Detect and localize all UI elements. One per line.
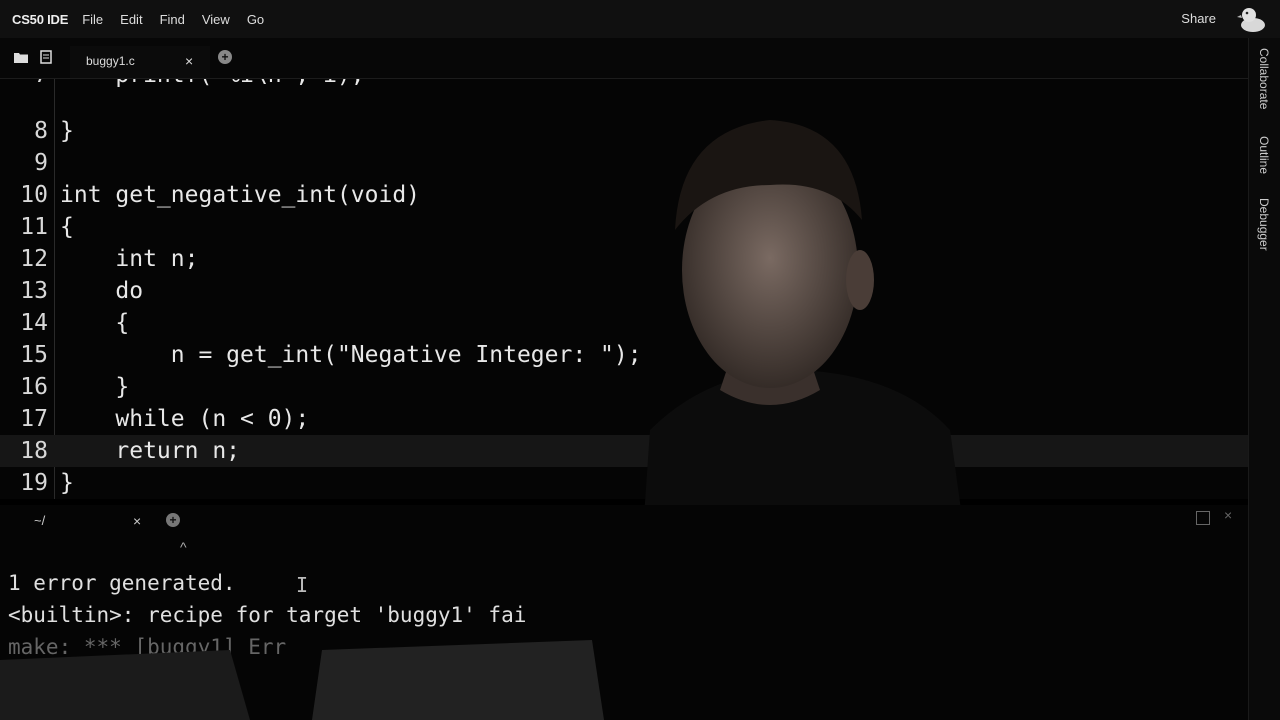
code-text[interactable]: { <box>60 211 74 243</box>
line-number: 7 <box>0 79 48 91</box>
new-tab-icon[interactable]: + <box>218 50 232 64</box>
line-number: 17 <box>20 406 48 432</box>
line-number: 18 <box>20 438 48 464</box>
duck-avatar-icon[interactable] <box>1236 4 1268 34</box>
code-text[interactable]: return n; <box>60 435 240 467</box>
code-text[interactable]: do <box>60 275 143 307</box>
text-cursor-icon: I <box>296 573 309 597</box>
line-number: 16 <box>20 374 48 400</box>
code-text[interactable]: } <box>60 371 129 403</box>
terminal-line: 1 error generated. <box>8 571 236 595</box>
code-text[interactable]: { <box>60 307 129 339</box>
line-number: 11 <box>20 214 48 240</box>
line-number: 8 <box>34 118 48 144</box>
line-number: 10 <box>20 182 48 208</box>
laptop-right <box>312 640 604 720</box>
terminal-tab-label[interactable]: ~/ <box>34 513 45 528</box>
new-terminal-icon[interactable]: + <box>166 513 180 527</box>
code-text[interactable]: int n; <box>60 243 198 275</box>
maximize-icon[interactable] <box>1196 511 1210 525</box>
code-text[interactable]: int get_negative_int(void) <box>60 179 420 211</box>
side-panel: Collaborate Outline Debugger <box>1248 38 1280 720</box>
panel-close-icon[interactable]: × <box>1224 507 1232 523</box>
line-number: 14 <box>20 310 48 336</box>
code-text[interactable]: } <box>60 115 74 147</box>
share-button[interactable]: Share <box>1181 11 1216 26</box>
tab-close-icon[interactable]: × <box>185 53 193 69</box>
line-number: 12 <box>20 246 48 272</box>
code-text[interactable]: n = get_int("Negative Integer: "); <box>60 339 642 371</box>
code-text[interactable]: printf("%i\n", i); <box>60 79 364 91</box>
scroll-up-icon[interactable]: ^ <box>180 539 187 555</box>
line-number: 9 <box>34 150 48 176</box>
folder-icon[interactable] <box>14 52 28 63</box>
panel-collaborate[interactable]: Collaborate <box>1257 48 1271 109</box>
menu-edit[interactable]: Edit <box>120 12 142 27</box>
code-text[interactable]: } <box>60 467 74 499</box>
editor-tab-bar: buggy1.c × + <box>0 38 1248 79</box>
menu-go[interactable]: Go <box>247 12 264 27</box>
panel-debugger[interactable]: Debugger <box>1257 198 1271 251</box>
line-number: 13 <box>20 278 48 304</box>
laptop-left <box>0 650 250 720</box>
line-number: 19 <box>20 470 48 496</box>
panel-outline[interactable]: Outline <box>1257 136 1271 174</box>
menu-bar: CS50 IDE File Edit Find View Go Share <box>0 0 1280 38</box>
tab-buggy1[interactable]: buggy1.c × <box>70 46 210 78</box>
menu-file[interactable]: File <box>82 12 103 27</box>
code-text[interactable]: while (n < 0); <box>60 403 309 435</box>
menu-view[interactable]: View <box>202 12 230 27</box>
menu-find[interactable]: Find <box>160 12 185 27</box>
line-number: 15 <box>20 342 48 368</box>
app-brand[interactable]: CS50 IDE <box>12 12 68 27</box>
terminal-close-icon[interactable]: × <box>133 513 141 529</box>
tab-label: buggy1.c <box>86 54 135 68</box>
file-tree-icon[interactable] <box>40 50 54 64</box>
terminal-line: <builtin>: recipe for target 'buggy1' fa… <box>8 603 527 627</box>
